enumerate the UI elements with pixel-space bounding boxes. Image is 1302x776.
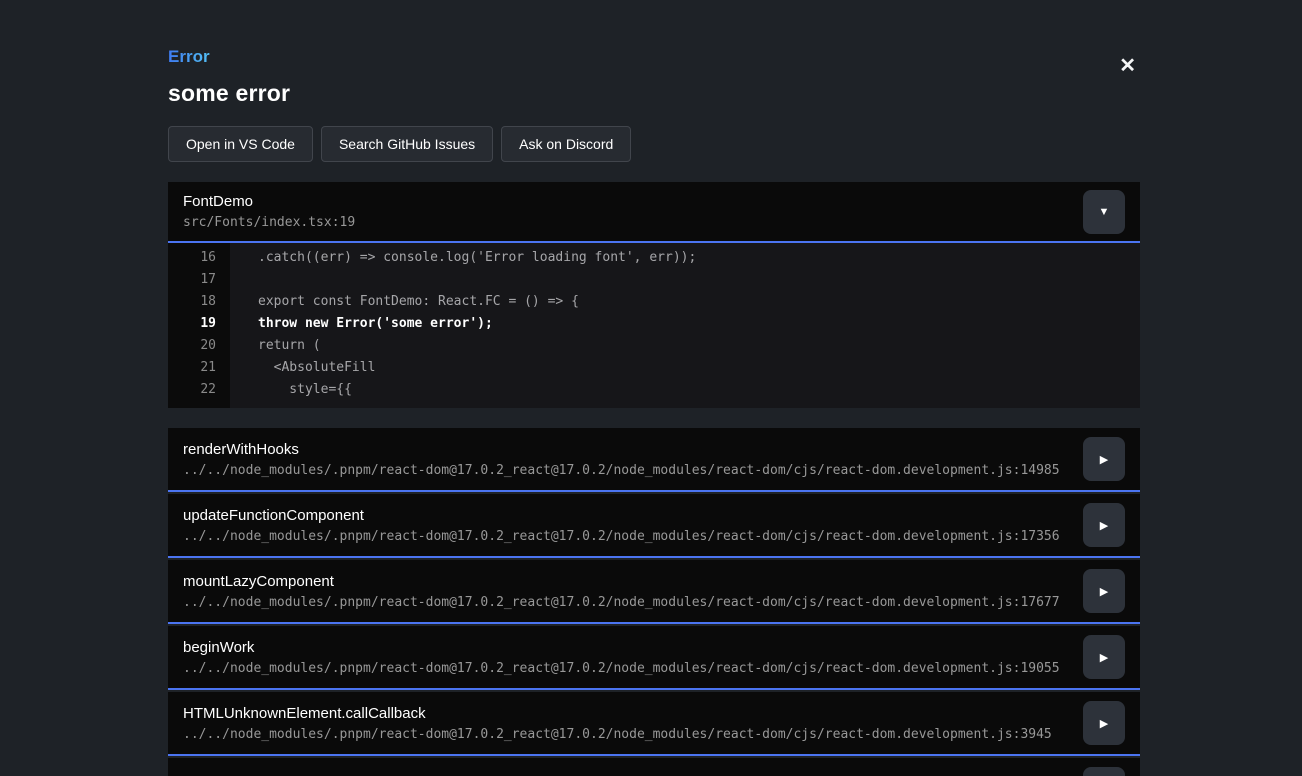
play-icon: ▶ xyxy=(1100,453,1108,466)
chevron-down-icon: ▼ xyxy=(1099,206,1110,218)
expand-stack-frame-button[interactable]: ▶ xyxy=(1083,503,1125,547)
expand-stack-frame-button[interactable]: ▶ xyxy=(1083,569,1125,613)
code-line: style={{ xyxy=(230,379,1140,401)
ask-on-discord-button[interactable]: Ask on Discord xyxy=(501,126,631,162)
code-frame-function-name: FontDemo xyxy=(183,193,355,210)
close-icon: ✕ xyxy=(1119,55,1136,77)
code-line-highlighted: throw new Error('some error'); xyxy=(230,313,1140,335)
code-line: return ( xyxy=(230,335,1140,357)
line-number: 19 xyxy=(168,313,230,335)
code-lines: .catch((err) => console.log('Error loadi… xyxy=(230,247,1140,401)
stack-frame: mountLazyComponent ../../node_modules/.p… xyxy=(168,560,1140,624)
line-number-gutter: 16 17 18 19 20 21 22 xyxy=(168,243,230,408)
stack-frame: updateFunctionComponent ../../node_modul… xyxy=(168,494,1140,558)
stack-frame: HTMLUnknownElement.callCallback ../../no… xyxy=(168,692,1140,756)
code-line xyxy=(230,269,1140,291)
stack-frame-function-name: HTMLUnknownElement.callCallback xyxy=(183,705,1052,722)
stack-frame-location[interactable]: ../../node_modules/.pnpm/react-dom@17.0.… xyxy=(183,529,1060,544)
collapse-code-frame-button[interactable]: ▼ xyxy=(1083,190,1125,234)
stack-frame-partial: ▶ xyxy=(168,758,1140,776)
line-number: 22 xyxy=(168,379,230,401)
error-message-title: some error xyxy=(168,80,1140,107)
search-github-issues-button[interactable]: Search GitHub Issues xyxy=(321,126,493,162)
expand-stack-frame-button[interactable]: ▶ xyxy=(1083,701,1125,745)
stack-frame-location[interactable]: ../../node_modules/.pnpm/react-dom@17.0.… xyxy=(183,727,1052,742)
play-icon: ▶ xyxy=(1100,717,1108,730)
line-number: 21 xyxy=(168,357,230,379)
stack-frame-location[interactable]: ../../node_modules/.pnpm/react-dom@17.0.… xyxy=(183,463,1060,478)
code-snippet: 16 17 18 19 20 21 22 .catch((err) => con… xyxy=(168,243,1140,408)
line-number: 20 xyxy=(168,335,230,357)
stack-frame-function-name: renderWithHooks xyxy=(183,441,1060,458)
line-number: 16 xyxy=(168,247,230,269)
stack-frame-location[interactable]: ../../node_modules/.pnpm/react-dom@17.0.… xyxy=(183,661,1060,676)
stack-trace-list: renderWithHooks ../../node_modules/.pnpm… xyxy=(168,428,1140,776)
expand-stack-frame-button[interactable]: ▶ xyxy=(1083,767,1125,776)
action-buttons-row: Open in VS Code Search GitHub Issues Ask… xyxy=(168,126,1140,162)
line-number: 17 xyxy=(168,269,230,291)
error-type-label: Error xyxy=(168,47,210,67)
play-icon: ▶ xyxy=(1100,651,1108,664)
play-icon: ▶ xyxy=(1100,585,1108,598)
stack-frame-function-name: beginWork xyxy=(183,639,1060,656)
stack-frame-function-name: mountLazyComponent xyxy=(183,573,1060,590)
code-frame-header: FontDemo src/Fonts/index.tsx:19 ▼ xyxy=(168,182,1140,243)
stack-frame: beginWork ../../node_modules/.pnpm/react… xyxy=(168,626,1140,690)
stack-frame-function-name: updateFunctionComponent xyxy=(183,507,1060,524)
expand-stack-frame-button[interactable]: ▶ xyxy=(1083,635,1125,679)
line-number: 18 xyxy=(168,291,230,313)
play-icon: ▶ xyxy=(1100,519,1108,532)
code-line: .catch((err) => console.log('Error loadi… xyxy=(230,247,1140,269)
code-line: export const FontDemo: React.FC = () => … xyxy=(230,291,1140,313)
code-frame-location[interactable]: src/Fonts/index.tsx:19 xyxy=(183,215,355,230)
expand-stack-frame-button[interactable]: ▶ xyxy=(1083,437,1125,481)
code-frame-panel: FontDemo src/Fonts/index.tsx:19 ▼ 16 17 … xyxy=(168,182,1140,408)
open-in-vscode-button[interactable]: Open in VS Code xyxy=(168,126,313,162)
stack-frame: renderWithHooks ../../node_modules/.pnpm… xyxy=(168,428,1140,492)
error-overlay: ✕ Error some error Open in VS Code Searc… xyxy=(168,0,1140,776)
code-line: <AbsoluteFill xyxy=(230,357,1140,379)
stack-frame-location[interactable]: ../../node_modules/.pnpm/react-dom@17.0.… xyxy=(183,595,1060,610)
close-button[interactable]: ✕ xyxy=(1119,56,1136,76)
